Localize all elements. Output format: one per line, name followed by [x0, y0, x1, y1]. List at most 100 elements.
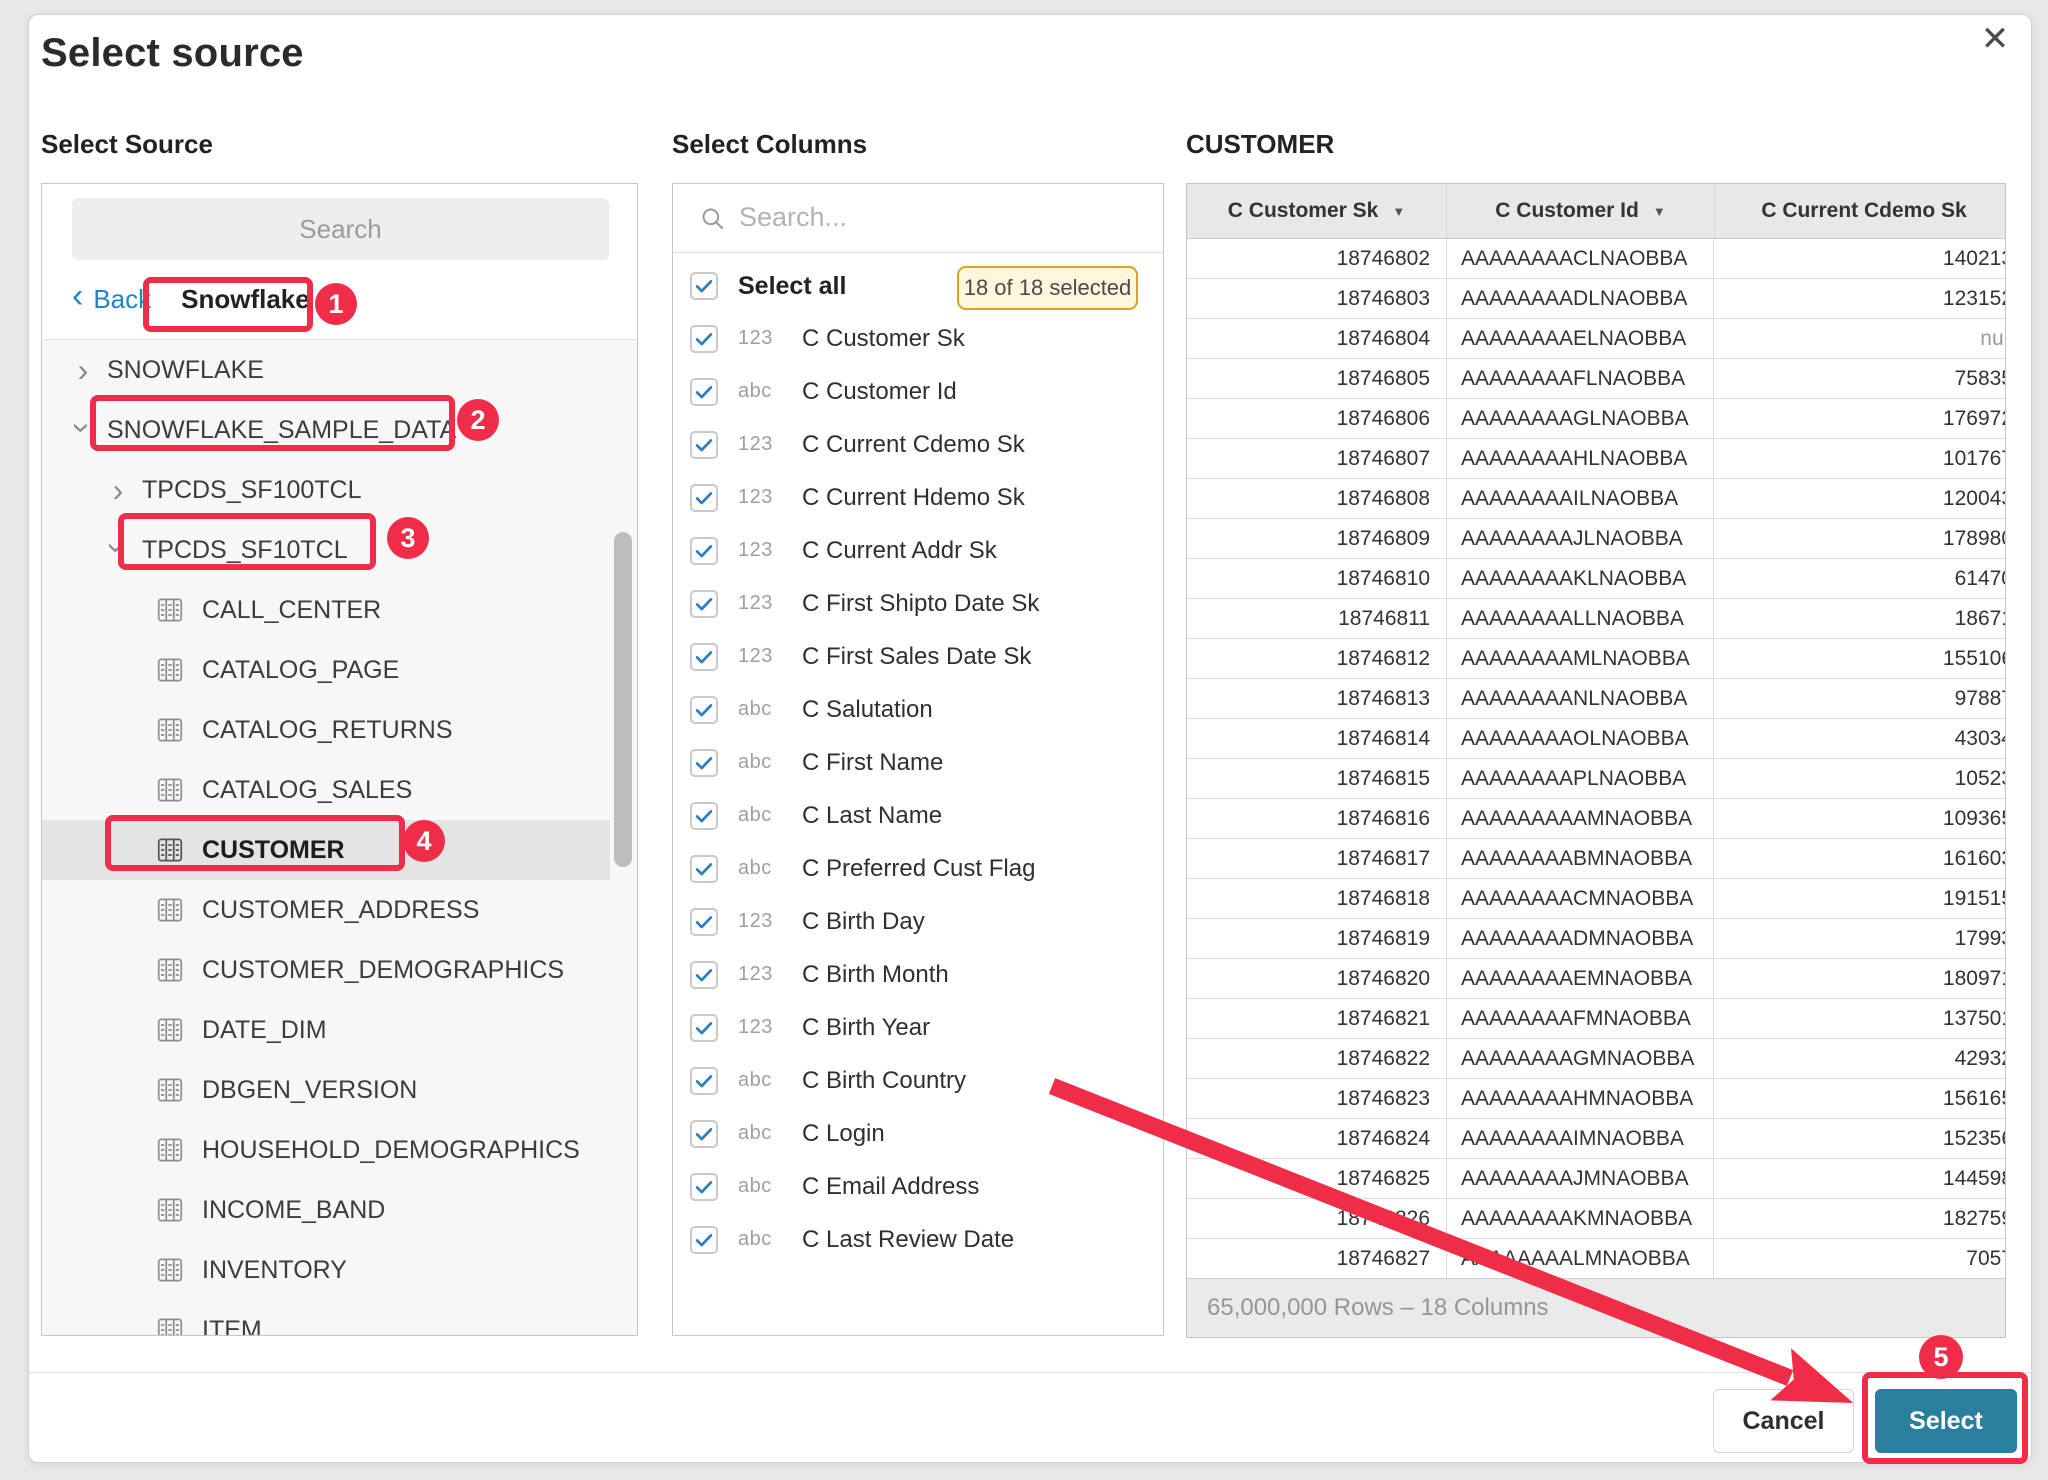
table-cell: 140213 [1714, 239, 2006, 278]
table-cell: 18746809 [1187, 519, 1446, 558]
table-cell: 155106 [1714, 639, 2006, 678]
tree-item-inventory[interactable]: INVENTORY [42, 1240, 637, 1300]
table-cell: AAAAAAAALMNAOBBA [1446, 1239, 1714, 1278]
checkbox[interactable] [690, 855, 718, 883]
table-cell: AAAAAAAAGMNAOBBA [1446, 1039, 1714, 1078]
source-search-input[interactable] [72, 198, 609, 260]
preview-column-header-c-current-cdemo-sk[interactable]: C Current Cdemo Sk [1714, 184, 2006, 238]
column-item-c-current-addr-sk[interactable]: 123C Current Addr Sk [673, 524, 1163, 577]
table-cell: AAAAAAAAFMNAOBBA [1446, 999, 1714, 1038]
cancel-button[interactable]: Cancel [1713, 1389, 1854, 1453]
tree-item-label: TPCDS_SF100TCL [142, 476, 362, 505]
tree-item-label: DATE_DIM [202, 1016, 327, 1045]
column-item-c-first-sales-date-sk[interactable]: 123C First Sales Date Sk [673, 630, 1163, 683]
column-item-c-login[interactable]: abcC Login [673, 1107, 1163, 1160]
column-type-tag: 123 [738, 327, 790, 350]
column-name: C Email Address [802, 1173, 979, 1201]
checkbox[interactable] [690, 802, 718, 830]
table-row: 18746811AAAAAAAALLNAOBBA18671 [1187, 599, 2006, 639]
table-row: 18746816AAAAAAAAAMNAOBBA109365 [1187, 799, 2006, 839]
table-row: 18746826AAAAAAAAKMNAOBBA182759 [1187, 1199, 2006, 1239]
column-item-c-first-shipto-date-sk[interactable]: 123C First Shipto Date Sk [673, 577, 1163, 630]
checkbox[interactable] [690, 1173, 718, 1201]
table-cell: 18746823 [1187, 1079, 1446, 1118]
tree-item-label: DBGEN_VERSION [202, 1076, 417, 1105]
source-panel: ‹ Back Snowflake - ›SNOWFLAKE›SNOWFLAKE_… [41, 183, 638, 1336]
table-row: 18746807AAAAAAAAHLNAOBBA101767 [1187, 439, 2006, 479]
column-type-tag: 123 [738, 592, 790, 615]
table-cell: 18746821 [1187, 999, 1446, 1038]
select-all-checkbox[interactable] [690, 272, 718, 300]
checkbox[interactable] [690, 378, 718, 406]
column-type-tag: abc [738, 380, 790, 403]
table-cell: 182759 [1714, 1199, 2006, 1238]
divider [29, 1372, 2033, 1373]
checkbox[interactable] [690, 537, 718, 565]
tree-item-snowflake-sample-data[interactable]: ›SNOWFLAKE_SAMPLE_DATA [42, 400, 637, 460]
table-cell: 191515 [1714, 879, 2006, 918]
column-list: 123C Customer SkabcC Customer Id123C Cur… [673, 312, 1163, 1266]
tree-item-snowflake[interactable]: ›SNOWFLAKE [42, 340, 637, 400]
back-link[interactable]: Back [93, 284, 151, 315]
table-row: 18746819AAAAAAAADMNAOBBA17993 [1187, 919, 2006, 959]
tree-item-customer[interactable]: CUSTOMER [42, 820, 610, 880]
tree-item-catalog-returns[interactable]: CATALOG_RETURNS [42, 700, 637, 760]
close-icon[interactable]: ✕ [1971, 15, 2019, 63]
column-item-c-last-name[interactable]: abcC Last Name [673, 789, 1163, 842]
table-row: 18746802AAAAAAAACLNAOBBA140213 [1187, 239, 2006, 279]
select-button[interactable]: Select [1875, 1389, 2017, 1453]
column-item-c-birth-day[interactable]: 123C Birth Day [673, 895, 1163, 948]
table-row: 18746805AAAAAAAAFLNAOBBA75835 [1187, 359, 2006, 399]
tree-item-item[interactable]: ITEM [42, 1300, 637, 1336]
checkbox[interactable] [690, 1067, 718, 1095]
column-item-c-last-review-date[interactable]: abcC Last Review Date [673, 1213, 1163, 1266]
tree-item-catalog-sales[interactable]: CATALOG_SALES [42, 760, 637, 820]
column-item-c-preferred-cust-flag[interactable]: abcC Preferred Cust Flag [673, 842, 1163, 895]
table-row: 18746813AAAAAAAANLNAOBBA97887 [1187, 679, 2006, 719]
scrollbar-thumb[interactable] [614, 532, 632, 867]
tree-item-call-center[interactable]: CALL_CENTER [42, 580, 637, 640]
checkbox[interactable] [690, 1120, 718, 1148]
checkbox[interactable] [690, 749, 718, 777]
tree-item-tpcds-sf100tcl[interactable]: ›TPCDS_SF100TCL [42, 460, 637, 520]
checkbox[interactable] [690, 961, 718, 989]
checkbox[interactable] [690, 643, 718, 671]
column-item-c-customer-id[interactable]: abcC Customer Id [673, 365, 1163, 418]
column-item-c-current-cdemo-sk[interactable]: 123C Current Cdemo Sk [673, 418, 1163, 471]
checkbox[interactable] [690, 431, 718, 459]
checkbox[interactable] [690, 484, 718, 512]
table-cell: 18746820 [1187, 959, 1446, 998]
preview-column-header-c-customer-id[interactable]: C Customer Id▼ [1446, 184, 1714, 238]
checkbox[interactable] [690, 696, 718, 724]
checkbox[interactable] [690, 590, 718, 618]
tree-item-catalog-page[interactable]: CATALOG_PAGE [42, 640, 637, 700]
column-item-c-current-hdemo-sk[interactable]: 123C Current Hdemo Sk [673, 471, 1163, 524]
preview-table-header: C Customer Sk▼C Customer Id▼C Current Cd… [1187, 184, 2006, 239]
column-item-c-customer-sk[interactable]: 123C Customer Sk [673, 312, 1163, 365]
tree-item-customer-address[interactable]: CUSTOMER_ADDRESS [42, 880, 637, 940]
column-item-c-email-address[interactable]: abcC Email Address [673, 1160, 1163, 1213]
table-cell: 137501 [1714, 999, 2006, 1038]
dialog-title: Select source [41, 31, 304, 76]
tree-item-income-band[interactable]: INCOME_BAND [42, 1180, 637, 1240]
tree-item-customer-demographics[interactable]: CUSTOMER_DEMOGRAPHICS [42, 940, 637, 1000]
column-item-c-birth-month[interactable]: 123C Birth Month [673, 948, 1163, 1001]
tree-item-household-demographics[interactable]: HOUSEHOLD_DEMOGRAPHICS [42, 1120, 637, 1180]
column-item-c-birth-country[interactable]: abcC Birth Country [673, 1054, 1163, 1107]
preview-column-header-c-customer-sk[interactable]: C Customer Sk▼ [1187, 184, 1446, 238]
checkbox[interactable] [690, 908, 718, 936]
column-item-c-first-name[interactable]: abcC First Name [673, 736, 1163, 789]
columns-search-input[interactable] [739, 184, 1159, 250]
tree-item-dbgen-version[interactable]: DBGEN_VERSION [42, 1060, 637, 1120]
column-item-c-birth-year[interactable]: 123C Birth Year [673, 1001, 1163, 1054]
tree-item-date-dim[interactable]: DATE_DIM [42, 1000, 637, 1060]
column-item-c-salutation[interactable]: abcC Salutation [673, 683, 1163, 736]
table-cell: AAAAAAAAJLNAOBBA [1446, 519, 1714, 558]
checkbox[interactable] [690, 1014, 718, 1042]
tree-item-tpcds-sf10tcl[interactable]: ›TPCDS_SF10TCL [42, 520, 637, 580]
table-cell: 109365 [1714, 799, 2006, 838]
select-all-row[interactable]: Select all 18 of 18 selected [673, 260, 1163, 312]
column-type-tag: abc [738, 804, 790, 827]
checkbox[interactable] [690, 1226, 718, 1254]
checkbox[interactable] [690, 325, 718, 353]
